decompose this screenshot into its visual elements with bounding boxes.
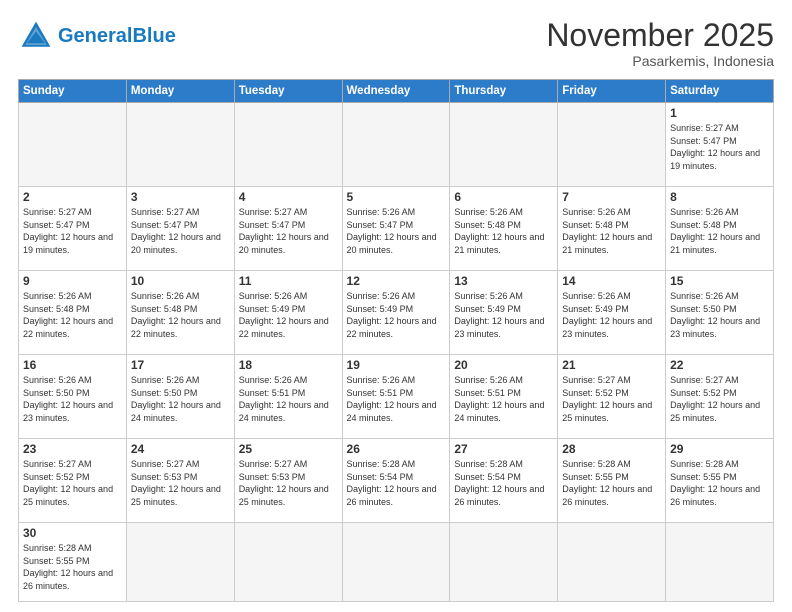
day-16: 16 Sunrise: 5:26 AMSunset: 5:50 PMDaylig… <box>19 355 127 439</box>
empty-cell <box>126 522 234 601</box>
day-9: 9 Sunrise: 5:26 AMSunset: 5:48 PMDayligh… <box>19 271 127 355</box>
logo-general: General <box>58 25 132 47</box>
day-5: 5 Sunrise: 5:26 AMSunset: 5:47 PMDayligh… <box>342 187 450 271</box>
header-monday: Monday <box>126 80 234 103</box>
week-row-3: 9 Sunrise: 5:26 AMSunset: 5:48 PMDayligh… <box>19 271 774 355</box>
header-wednesday: Wednesday <box>342 80 450 103</box>
day-7: 7 Sunrise: 5:26 AMSunset: 5:48 PMDayligh… <box>558 187 666 271</box>
weekday-header-row: Sunday Monday Tuesday Wednesday Thursday… <box>19 80 774 103</box>
empty-cell <box>450 522 558 601</box>
empty-cell <box>126 103 234 187</box>
day-15: 15 Sunrise: 5:26 AMSunset: 5:50 PMDaylig… <box>666 271 774 355</box>
location: Pasarkemis, Indonesia <box>546 53 774 69</box>
day-1: 1 Sunrise: 5:27 AM Sunset: 5:47 PM Dayli… <box>666 103 774 187</box>
week-row-5: 23 Sunrise: 5:27 AMSunset: 5:52 PMDaylig… <box>19 439 774 523</box>
day-6: 6 Sunrise: 5:26 AMSunset: 5:48 PMDayligh… <box>450 187 558 271</box>
week-row-2: 2 Sunrise: 5:27 AMSunset: 5:47 PMDayligh… <box>19 187 774 271</box>
empty-cell <box>19 103 127 187</box>
week-row-6: 30 Sunrise: 5:28 AMSunset: 5:55 PMDaylig… <box>19 522 774 601</box>
day-12: 12 Sunrise: 5:26 AMSunset: 5:49 PMDaylig… <box>342 271 450 355</box>
day-29: 29 Sunrise: 5:28 AMSunset: 5:55 PMDaylig… <box>666 439 774 523</box>
empty-cell <box>666 522 774 601</box>
day-17: 17 Sunrise: 5:26 AMSunset: 5:50 PMDaylig… <box>126 355 234 439</box>
empty-cell <box>234 522 342 601</box>
header-friday: Friday <box>558 80 666 103</box>
day-24: 24 Sunrise: 5:27 AMSunset: 5:53 PMDaylig… <box>126 439 234 523</box>
empty-cell <box>450 103 558 187</box>
page: GeneralBlue November 2025 Pasarkemis, In… <box>0 0 792 612</box>
day-3: 3 Sunrise: 5:27 AMSunset: 5:47 PMDayligh… <box>126 187 234 271</box>
day-10: 10 Sunrise: 5:26 AMSunset: 5:48 PMDaylig… <box>126 271 234 355</box>
day-4: 4 Sunrise: 5:27 AMSunset: 5:47 PMDayligh… <box>234 187 342 271</box>
day-2: 2 Sunrise: 5:27 AMSunset: 5:47 PMDayligh… <box>19 187 127 271</box>
day-25: 25 Sunrise: 5:27 AMSunset: 5:53 PMDaylig… <box>234 439 342 523</box>
week-row-1: 1 Sunrise: 5:27 AM Sunset: 5:47 PM Dayli… <box>19 103 774 187</box>
empty-cell <box>234 103 342 187</box>
day-23: 23 Sunrise: 5:27 AMSunset: 5:52 PMDaylig… <box>19 439 127 523</box>
day-30: 30 Sunrise: 5:28 AMSunset: 5:55 PMDaylig… <box>19 522 127 601</box>
day-27: 27 Sunrise: 5:28 AMSunset: 5:54 PMDaylig… <box>450 439 558 523</box>
day-26: 26 Sunrise: 5:28 AMSunset: 5:54 PMDaylig… <box>342 439 450 523</box>
logo-text: GeneralBlue <box>58 25 176 47</box>
logo-blue: Blue <box>132 25 175 47</box>
week-row-4: 16 Sunrise: 5:26 AMSunset: 5:50 PMDaylig… <box>19 355 774 439</box>
day-21: 21 Sunrise: 5:27 AMSunset: 5:52 PMDaylig… <box>558 355 666 439</box>
day-13: 13 Sunrise: 5:26 AMSunset: 5:49 PMDaylig… <box>450 271 558 355</box>
empty-cell <box>342 103 450 187</box>
logo: GeneralBlue <box>18 18 176 54</box>
empty-cell <box>342 522 450 601</box>
day-18: 18 Sunrise: 5:26 AMSunset: 5:51 PMDaylig… <box>234 355 342 439</box>
day-11: 11 Sunrise: 5:26 AMSunset: 5:49 PMDaylig… <box>234 271 342 355</box>
empty-cell <box>558 522 666 601</box>
logo-icon <box>18 18 54 54</box>
header-saturday: Saturday <box>666 80 774 103</box>
header-tuesday: Tuesday <box>234 80 342 103</box>
day-28: 28 Sunrise: 5:28 AMSunset: 5:55 PMDaylig… <box>558 439 666 523</box>
calendar-table: Sunday Monday Tuesday Wednesday Thursday… <box>18 79 774 602</box>
day-20: 20 Sunrise: 5:26 AMSunset: 5:51 PMDaylig… <box>450 355 558 439</box>
day-19: 19 Sunrise: 5:26 AMSunset: 5:51 PMDaylig… <box>342 355 450 439</box>
title-block: November 2025 Pasarkemis, Indonesia <box>546 18 774 69</box>
month-title: November 2025 <box>546 18 774 53</box>
day-8: 8 Sunrise: 5:26 AMSunset: 5:48 PMDayligh… <box>666 187 774 271</box>
empty-cell <box>558 103 666 187</box>
header-thursday: Thursday <box>450 80 558 103</box>
day-22: 22 Sunrise: 5:27 AMSunset: 5:52 PMDaylig… <box>666 355 774 439</box>
day-14: 14 Sunrise: 5:26 AMSunset: 5:49 PMDaylig… <box>558 271 666 355</box>
header-sunday: Sunday <box>19 80 127 103</box>
header: GeneralBlue November 2025 Pasarkemis, In… <box>18 18 774 69</box>
